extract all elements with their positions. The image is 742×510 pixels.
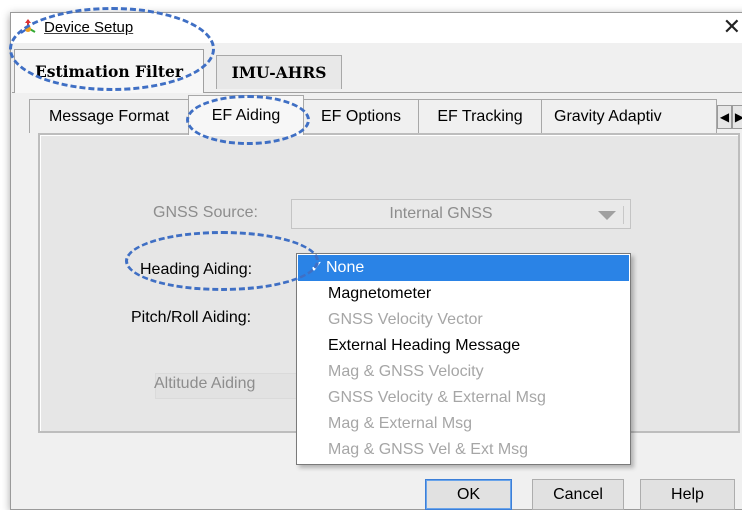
option-label: None [326, 259, 365, 276]
option-gnss-velocity-vector: GNSS Velocity Vector [328, 311, 483, 328]
option-none[interactable]: ✓ None [298, 255, 629, 281]
title-bar: Device Setup ✕ [11, 13, 742, 43]
app-axes-icon [20, 19, 36, 34]
scroll-left-icon[interactable]: ◀ [717, 105, 732, 129]
option-gnss-velocity-external-msg: GNSS Velocity & External Msg [328, 389, 546, 406]
option-mag-gnss-vel-ext-msg: Mag & GNSS Vel & Ext Msg [328, 441, 529, 458]
option-mag-external-msg: Mag & External Msg [328, 415, 473, 432]
ok-button[interactable]: OK [425, 479, 512, 510]
tab-scroll-buttons: ◀ ▶ [717, 105, 742, 129]
gnss-source-label: GNSS Source: [153, 204, 258, 221]
tab-ef-tracking[interactable]: EF Tracking [418, 99, 542, 133]
tab-gravity-adaptive[interactable]: Gravity Adaptiv [541, 99, 717, 133]
heading-aiding-label: Heading Aiding: [140, 261, 253, 278]
cancel-button[interactable]: Cancel [532, 479, 624, 510]
option-magnetometer[interactable]: Magnetometer [298, 281, 629, 307]
scroll-right-icon[interactable]: ▶ [732, 105, 742, 129]
pitch-roll-aiding-label: Pitch/Roll Aiding: [131, 309, 252, 326]
gnss-source-select[interactable]: Internal GNSS [291, 199, 631, 229]
altitude-aiding-label: Altitude Aiding [154, 375, 256, 392]
tab-imu-ahrs[interactable]: IMU-AHRS [216, 55, 342, 89]
device-setup-dialog: Device Setup ✕ Estimation Filter IMU-AHR… [9, 7, 742, 510]
tab-ef-options[interactable]: EF Options [303, 99, 419, 133]
tab-message-format[interactable]: Message Format [29, 99, 189, 133]
option-external-heading-message[interactable]: External Heading Message [298, 333, 629, 359]
window-title: Device Setup [44, 19, 134, 36]
chevron-down-icon [598, 211, 616, 220]
combo-separator [623, 206, 624, 224]
option-mag-gnss-velocity: Mag & GNSS Velocity [328, 363, 484, 380]
check-icon: ✓ [310, 259, 324, 276]
tab-estimation-filter[interactable]: Estimation Filter [14, 49, 204, 93]
help-button[interactable]: Help [640, 479, 735, 510]
close-icon[interactable]: ✕ [723, 15, 741, 41]
heading-aiding-dropdown: ✓ None Magnetometer GNSS Velocity Vector … [296, 253, 631, 465]
gnss-source-value: Internal GNSS [389, 205, 493, 222]
tab-ef-aiding[interactable]: EF Aiding [188, 95, 304, 135]
